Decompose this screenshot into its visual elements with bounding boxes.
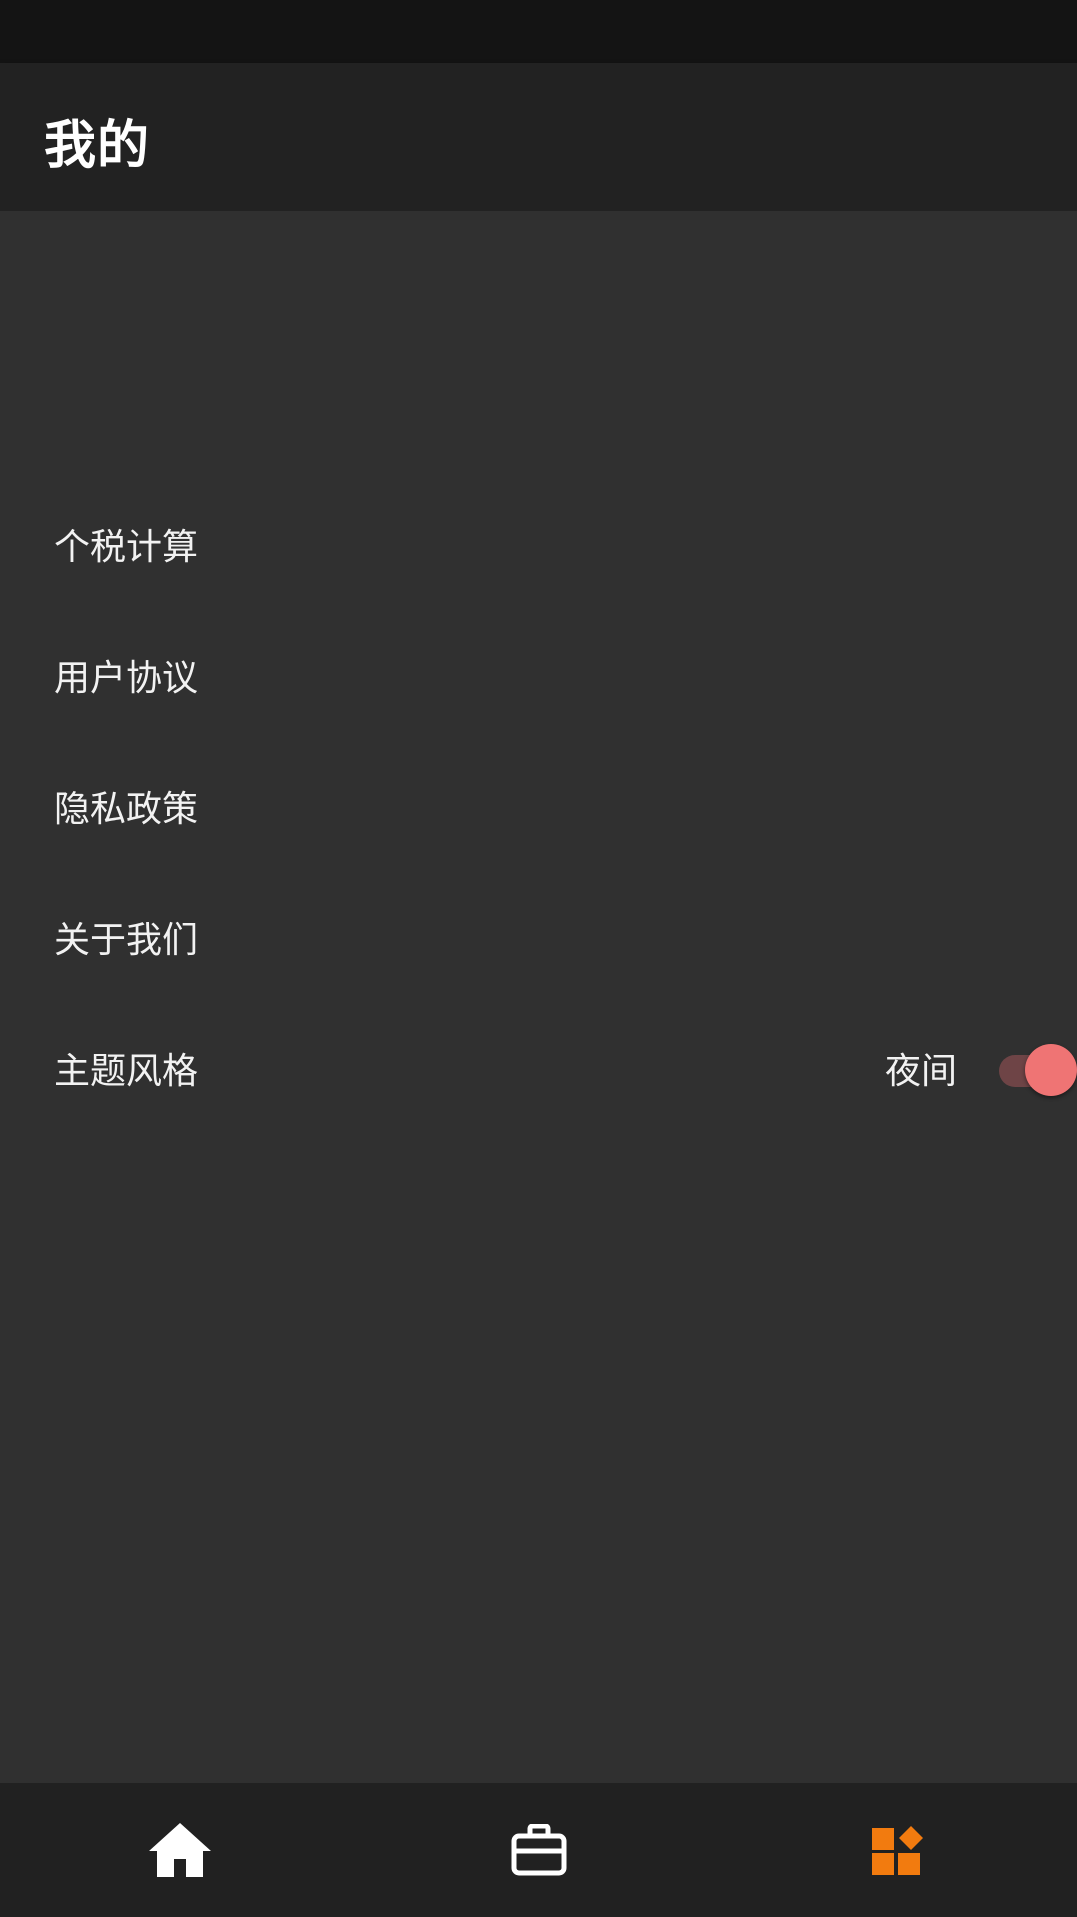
app-bar: 我的 (0, 63, 1077, 211)
page-title: 我的 (44, 116, 151, 176)
bottom-navigation (0, 1783, 1077, 1917)
home-icon (148, 1823, 211, 1877)
menu-item-label: 关于我们 (54, 920, 199, 961)
menu-item-label: 隐私政策 (54, 789, 199, 830)
theme-toggle-switch[interactable] (987, 1038, 1077, 1098)
menu-item-privacy-policy[interactable]: 隐私政策 (0, 741, 1077, 871)
menu-item-theme-style[interactable]: 主题风格 夜间 (0, 1003, 1077, 1133)
status-bar (0, 0, 1077, 63)
theme-setting: 夜间 (885, 1003, 1077, 1133)
nav-mine[interactable] (718, 1783, 1077, 1917)
briefcase-icon (511, 1824, 566, 1876)
nav-tools[interactable] (359, 1783, 718, 1917)
menu-item-label: 主题风格 (54, 1051, 199, 1092)
theme-value-label: 夜间 (884, 1051, 957, 1092)
content-area: 个税计算 用户协议 隐私政策 关于我们 主题风格 夜间 (0, 211, 1077, 1783)
nav-home[interactable] (0, 1783, 359, 1917)
menu-item-about-us[interactable]: 关于我们 (0, 872, 1077, 1002)
menu-item-user-agreement[interactable]: 用户协议 (0, 610, 1077, 740)
menu-item-label: 个税计算 (54, 527, 199, 568)
menu-item-label: 用户协议 (54, 658, 199, 699)
switch-thumb (1025, 1044, 1077, 1096)
menu-item-tax-calculation[interactable]: 个税计算 (0, 479, 1077, 609)
widgets-icon (871, 1826, 923, 1875)
